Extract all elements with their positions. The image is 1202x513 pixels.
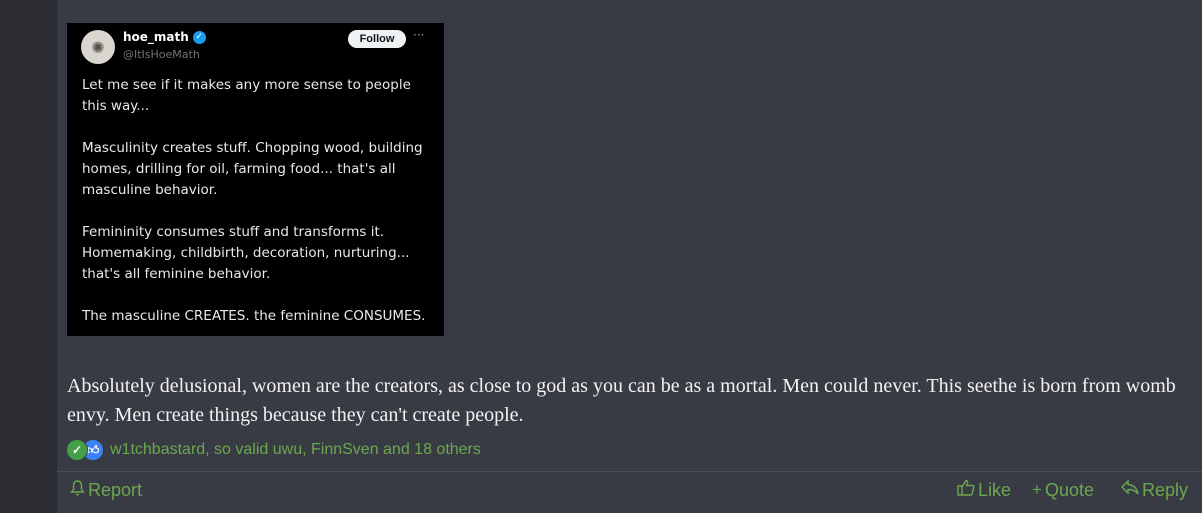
tweet-paragraph: Masculinity creates stuff. Chopping wood… <box>82 140 423 198</box>
tweet-paragraph: Let me see if it makes any more sense to… <box>82 77 411 114</box>
thumbs-up-icon <box>957 479 975 501</box>
reply-button[interactable]: Reply <box>1121 478 1188 502</box>
report-button[interactable]: Report <box>70 478 142 502</box>
like-label: Like <box>978 479 1012 500</box>
more-options-icon: ··· <box>413 28 425 42</box>
report-label: Report <box>88 479 143 500</box>
tweet-paragraph: The masculine CREATES. the feminine CONS… <box>82 308 426 324</box>
bell-icon <box>70 479 85 501</box>
tweet-paragraph: Femininity consumes stuff and transforms… <box>82 224 410 282</box>
post-message: ✺ hoe_math ✓ @ItIsHoeMath Follow ··· Let… <box>57 0 1202 513</box>
left-rail <box>0 0 57 513</box>
reply-arrow-icon <box>1121 479 1139 500</box>
reaction-users-link[interactable]: w1tchbastard, so valid uwu, FinnSven and… <box>110 441 481 459</box>
quote-button[interactable]: + Quote <box>1032 478 1094 502</box>
post-comment-text: Absolutely delusional, women are the cre… <box>67 375 1176 426</box>
check-reaction-icon[interactable]: ✓ <box>66 439 88 461</box>
quote-label: Quote <box>1044 479 1094 500</box>
tweet-follow-button: Follow <box>348 30 406 48</box>
tweet-handle: @ItIsHoeMath <box>123 48 200 61</box>
reactions-bar[interactable]: ✓ 👍︎ w1tchbastard, so valid uwu, FinnSve… <box>66 439 481 461</box>
tweet-author-name: hoe_math <box>123 30 189 44</box>
tweet-avatar: ✺ <box>81 30 115 64</box>
verified-badge-icon: ✓ <box>192 30 206 44</box>
tweet-body: Let me see if it makes any more sense to… <box>82 75 434 327</box>
tweet-author: hoe_math ✓ <box>123 30 206 44</box>
like-button[interactable]: Like <box>957 478 1011 502</box>
reply-label: Reply <box>1142 479 1189 500</box>
plus-icon: + <box>1032 480 1042 499</box>
footer-divider <box>57 471 1202 472</box>
embedded-tweet-image[interactable]: ✺ hoe_math ✓ @ItIsHoeMath Follow ··· Let… <box>67 23 444 336</box>
